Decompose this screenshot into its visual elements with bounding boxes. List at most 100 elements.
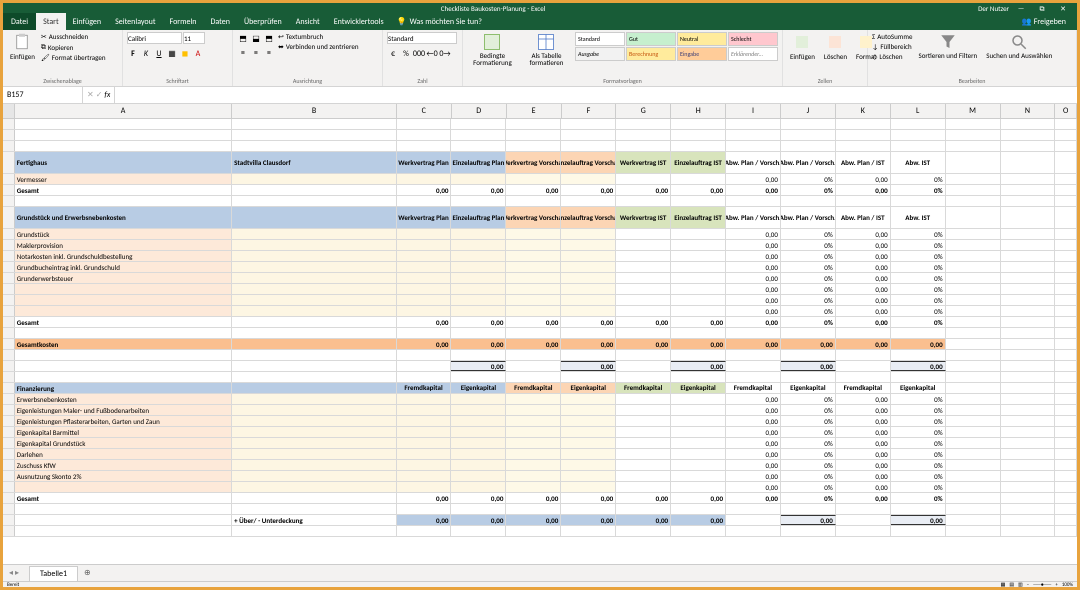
cell[interactable] <box>397 262 452 272</box>
cell[interactable]: 0,00 <box>836 471 891 481</box>
cell[interactable] <box>836 361 891 371</box>
fill-color-button[interactable]: ◼ <box>179 48 191 60</box>
cell[interactable]: 0% <box>781 438 836 448</box>
cell[interactable] <box>561 174 616 184</box>
cell[interactable] <box>15 284 232 294</box>
cell[interactable] <box>836 515 891 525</box>
cell[interactable] <box>451 141 506 151</box>
cell[interactable] <box>232 405 396 415</box>
cell[interactable] <box>1001 460 1056 470</box>
cell[interactable] <box>946 317 1001 327</box>
cell[interactable]: 0% <box>781 471 836 481</box>
cell[interactable] <box>1001 526 1056 536</box>
cell[interactable]: 0,00 <box>616 339 671 349</box>
style-erkl[interactable]: Erklärender... <box>728 47 778 61</box>
cell[interactable]: 0% <box>891 240 946 250</box>
row-header[interactable] <box>3 317 15 327</box>
cell[interactable]: 0% <box>781 460 836 470</box>
align-center-button[interactable]: ≡ <box>250 47 262 59</box>
row-header[interactable] <box>3 394 15 404</box>
cell[interactable] <box>1001 240 1056 250</box>
cell[interactable] <box>397 273 452 283</box>
cell[interactable] <box>15 361 232 371</box>
cell[interactable] <box>561 372 616 382</box>
cell[interactable] <box>506 306 561 316</box>
cell[interactable] <box>1001 273 1056 283</box>
cell[interactable] <box>232 328 396 338</box>
cell[interactable]: 0,00 <box>397 493 452 503</box>
cell[interactable] <box>232 141 396 151</box>
cell[interactable]: 0,00 <box>836 460 891 470</box>
cell[interactable]: 0% <box>781 295 836 305</box>
row-header[interactable] <box>3 328 15 338</box>
cell[interactable] <box>506 471 561 481</box>
row-header[interactable] <box>3 251 15 261</box>
cell[interactable] <box>1001 185 1056 195</box>
row-header[interactable] <box>3 383 15 393</box>
cell[interactable]: Werkvertrag Plan <box>397 152 452 173</box>
cell[interactable] <box>15 482 232 492</box>
col-header[interactable]: H <box>671 104 726 118</box>
row-header[interactable] <box>3 174 15 184</box>
cell[interactable] <box>616 416 671 426</box>
cell[interactable]: Ausnutzung Skonto 2% <box>15 471 232 481</box>
align-left-button[interactable]: ≡ <box>237 47 249 59</box>
row-header[interactable] <box>3 284 15 294</box>
cell[interactable] <box>781 130 836 140</box>
cell[interactable]: 0,00 <box>506 515 561 525</box>
cell[interactable] <box>836 141 891 151</box>
view-normal-icon[interactable]: ▦ <box>1001 582 1006 588</box>
cell[interactable] <box>946 306 1001 316</box>
cell[interactable] <box>616 405 671 415</box>
cell[interactable]: 0,00 <box>561 339 616 349</box>
cell[interactable] <box>946 405 1001 415</box>
cell[interactable] <box>232 317 396 327</box>
cell[interactable] <box>1055 284 1077 294</box>
cell[interactable] <box>232 251 396 261</box>
cell[interactable] <box>946 416 1001 426</box>
cell[interactable] <box>561 394 616 404</box>
cell[interactable] <box>397 251 452 261</box>
cell[interactable] <box>451 262 506 272</box>
cell[interactable] <box>1055 394 1077 404</box>
cell[interactable] <box>451 273 506 283</box>
cell[interactable]: 0,00 <box>671 515 726 525</box>
cell[interactable] <box>451 471 506 481</box>
cell[interactable] <box>506 460 561 470</box>
cell[interactable] <box>451 130 506 140</box>
cell[interactable] <box>1001 383 1056 393</box>
cell[interactable]: Einzelauftrag IST <box>671 207 726 228</box>
col-header[interactable]: F <box>562 104 617 118</box>
cell[interactable] <box>1001 350 1056 360</box>
cell[interactable] <box>946 526 1001 536</box>
cell[interactable]: 0% <box>781 240 836 250</box>
cell[interactable] <box>726 328 781 338</box>
cell[interactable]: 0% <box>891 438 946 448</box>
cell[interactable] <box>1001 361 1056 371</box>
cell[interactable] <box>1001 207 1056 228</box>
cell[interactable] <box>616 350 671 360</box>
cell[interactable] <box>616 229 671 239</box>
cell[interactable] <box>1001 251 1056 261</box>
cell[interactable] <box>836 196 891 206</box>
cell[interactable] <box>506 405 561 415</box>
cell[interactable] <box>1055 251 1077 261</box>
cell-styles-gallery[interactable]: Standard Gut Neutral Schlecht Ausgabe Be… <box>575 32 778 61</box>
sort-filter-button[interactable]: Sortieren und Filtern <box>915 32 980 60</box>
cell[interactable]: Gesamtkosten <box>15 339 232 349</box>
cell[interactable] <box>616 526 671 536</box>
cell[interactable] <box>561 482 616 492</box>
cell[interactable]: Eigenkapital <box>561 383 616 393</box>
cell[interactable] <box>1055 427 1077 437</box>
cell[interactable]: Stadtvilla Clausdorf <box>232 152 396 173</box>
style-schlecht[interactable]: Schlecht <box>728 32 778 46</box>
style-ausgabe[interactable]: Ausgabe <box>575 47 625 61</box>
name-box[interactable]: B157 <box>3 87 83 103</box>
row-header[interactable] <box>3 372 15 382</box>
cell[interactable] <box>1001 438 1056 448</box>
cell[interactable] <box>397 295 452 305</box>
cell[interactable]: 0,00 <box>726 416 781 426</box>
cell[interactable] <box>946 372 1001 382</box>
cell[interactable] <box>1055 526 1077 536</box>
cell[interactable]: 0% <box>891 295 946 305</box>
